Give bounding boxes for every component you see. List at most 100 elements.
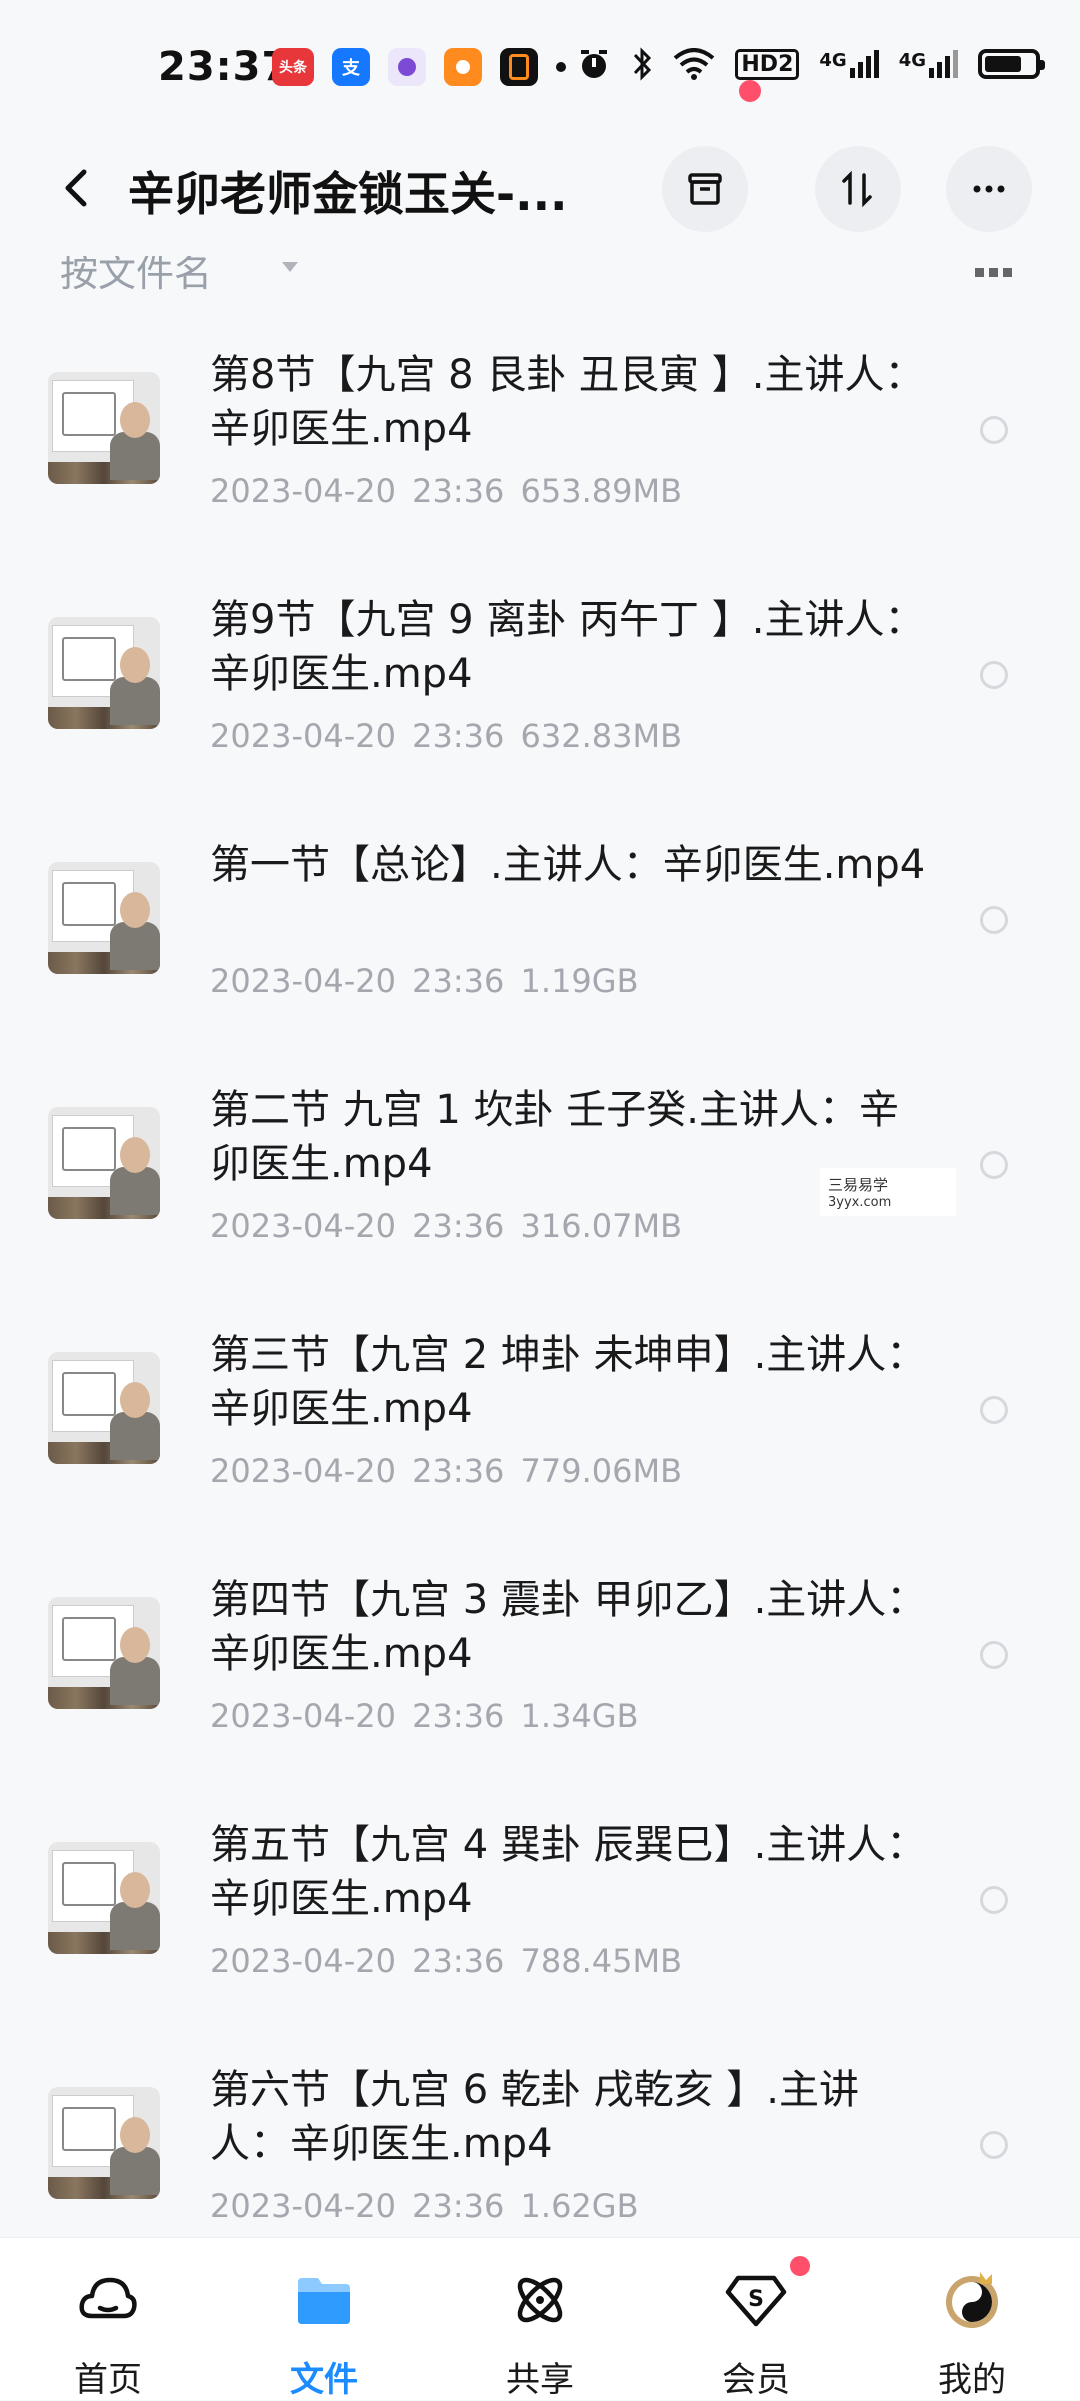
status-bar: 23:37 头条 支 HD2 4G 4G: [0, 0, 1080, 130]
video-thumbnail: [48, 2087, 160, 2199]
file-meta: 2023-04-20 23:36 632.83MB: [210, 717, 682, 755]
vip-diamond-icon: S: [725, 2275, 787, 2327]
sort-icon: [842, 170, 872, 208]
tab-files-label: 文件: [290, 2360, 358, 2400]
file-name: 第三节【九宫 2 坤卦 未坤申】.主讲人：辛卯医生.mp4: [210, 1332, 927, 1432]
svg-text:S: S: [748, 2287, 764, 2312]
back-arrow-icon[interactable]: [48, 158, 108, 218]
more-icon: [973, 185, 1005, 193]
tab-home[interactable]: 首页: [38, 2238, 178, 2400]
vip-badge: [790, 2256, 810, 2276]
archive-icon: [688, 173, 722, 205]
file-date: 2023-04-20: [210, 1452, 396, 1490]
file-row[interactable]: 第四节【九宫 3 震卦 甲卯乙】.主讲人：辛卯医生.mp4 2023-04-20 …: [0, 1535, 1080, 1780]
header: 辛卯老师金锁玉关-...: [0, 80, 1080, 250]
select-radio[interactable]: [980, 1641, 1008, 1669]
file-size: 316.07MB: [520, 1207, 683, 1245]
sort-caret-icon: [282, 262, 298, 272]
share-atom-icon: [517, 2277, 563, 2323]
tab-vip-label: 会员: [722, 2360, 790, 2400]
file-time: 23:36: [412, 962, 505, 1000]
file-meta: 2023-04-20 23:36 1.62GB: [210, 2187, 639, 2225]
folder-icon: [298, 2278, 350, 2324]
video-thumbnail: [48, 372, 160, 484]
bluetooth-icon: [634, 47, 652, 81]
hd-label: HD2: [735, 48, 800, 80]
file-size: 779.06MB: [520, 1452, 683, 1490]
video-thumbnail: [48, 1352, 160, 1464]
file-time: 23:36: [412, 717, 505, 755]
file-time: 23:36: [412, 2187, 505, 2225]
tab-share[interactable]: 共享: [470, 2238, 610, 2400]
network-label-2: 4G: [898, 50, 926, 71]
more-notifications-icon: [556, 62, 566, 72]
watermark-line2: 3yyx.com: [828, 1195, 892, 1210]
app-orange-icon: [444, 48, 482, 86]
file-date: 2023-04-20: [210, 1942, 396, 1980]
status-right: HD2 4G 4G: [577, 46, 1045, 82]
tab-mine-label: 我的: [938, 2360, 1006, 2400]
select-radio[interactable]: [980, 1151, 1008, 1179]
file-meta: 2023-04-20 23:36 1.19GB: [210, 962, 639, 1000]
toutiao-icon: 头条: [272, 48, 314, 86]
select-radio[interactable]: [980, 906, 1008, 934]
sort-bar[interactable]: 按文件名: [0, 256, 1080, 290]
file-row[interactable]: 第三节【九宫 2 坤卦 未坤申】.主讲人：辛卯医生.mp4 2023-04-20 …: [0, 1290, 1080, 1535]
app-black-icon: [500, 48, 538, 86]
file-date: 2023-04-20: [210, 962, 396, 1000]
file-meta: 2023-04-20 23:36 779.06MB: [210, 1452, 682, 1490]
file-size: 1.19GB: [520, 962, 639, 1000]
video-thumbnail: [48, 1107, 160, 1219]
video-thumbnail: [48, 862, 160, 974]
app-purple-icon: [388, 48, 426, 86]
file-name: 第8节【九宫 8 艮卦 丑艮寅 】.主讲人：辛卯医生.mp4: [210, 352, 925, 452]
file-name: 第六节【九宫 6 乾卦 戌乾亥 】.主讲人：辛卯医生.mp4: [210, 2067, 860, 2167]
transfer-list-button[interactable]: [662, 146, 748, 232]
watermark-line1: 三易易学: [828, 1176, 889, 1194]
file-size: 1.62GB: [520, 2187, 639, 2225]
select-radio[interactable]: [980, 2131, 1008, 2159]
folder-title: 辛卯老师金锁玉关-...: [128, 167, 568, 221]
select-radio[interactable]: [980, 416, 1008, 444]
file-name: 第一节【总论】.主讲人：辛卯医生.mp4: [210, 842, 926, 888]
file-meta: 2023-04-20 23:36 316.07MB: [210, 1207, 682, 1245]
file-time: 23:36: [412, 1207, 505, 1245]
notification-icons: 头条 支: [272, 48, 566, 86]
file-time: 23:36: [412, 1697, 505, 1735]
cloud-home-icon: [79, 2277, 137, 2319]
tab-mine[interactable]: 我的: [902, 2238, 1042, 2400]
file-row[interactable]: 第一节【总论】.主讲人：辛卯医生.mp4 2023-04-20 23:36 1.1…: [0, 800, 1080, 1045]
file-time: 23:36: [412, 1942, 505, 1980]
file-size: 653.89MB: [520, 472, 683, 510]
sort-button[interactable]: [815, 146, 901, 232]
more-button[interactable]: [946, 146, 1032, 232]
file-name: 第五节【九宫 4 巽卦 辰巽巳】.主讲人：辛卯医生.mp4: [210, 1822, 927, 1922]
file-date: 2023-04-20: [210, 2187, 396, 2225]
file-row[interactable]: 第六节【九宫 6 乾卦 戌乾亥 】.主讲人：辛卯医生.mp4 2023-04-20…: [0, 2025, 1080, 2270]
file-date: 2023-04-20: [210, 1697, 396, 1735]
tab-files[interactable]: 文件: [254, 2238, 394, 2400]
video-thumbnail: [48, 1597, 160, 1709]
video-thumbnail: [48, 1842, 160, 1954]
file-size: 1.34GB: [520, 1697, 639, 1735]
network-label-1: 4G: [819, 50, 847, 71]
tab-home-label: 首页: [74, 2360, 142, 2400]
battery-icon: [978, 49, 1045, 79]
file-row[interactable]: 第五节【九宫 4 巽卦 辰巽巳】.主讲人：辛卯医生.mp4 2023-04-20 …: [0, 1780, 1080, 2025]
file-date: 2023-04-20: [210, 717, 396, 755]
watermark: 三易易学 3yyx.com: [820, 1168, 956, 1216]
file-time: 23:36: [412, 472, 505, 510]
select-radio[interactable]: [980, 1886, 1008, 1914]
sort-label[interactable]: 按文件名: [60, 256, 212, 290]
select-radio[interactable]: [980, 1396, 1008, 1424]
alarm-icon: [581, 50, 608, 78]
file-row[interactable]: 第9节【九宫 9 离卦 丙午丁 】.主讲人：辛卯医生.mp4 2023-04-20…: [0, 555, 1080, 800]
grid-view-icon[interactable]: [975, 268, 1012, 277]
file-size: 632.83MB: [520, 717, 683, 755]
file-meta: 2023-04-20 23:36 788.45MB: [210, 1942, 682, 1980]
bottom-nav: 首页 文件 共享 S 会员 我的: [0, 2237, 1080, 2400]
avatar-icon: [946, 2272, 998, 2328]
file-date: 2023-04-20: [210, 1207, 396, 1245]
file-row[interactable]: 第8节【九宫 8 艮卦 丑艮寅 】.主讲人：辛卯医生.mp4 2023-04-20…: [0, 310, 1080, 555]
select-radio[interactable]: [980, 661, 1008, 689]
